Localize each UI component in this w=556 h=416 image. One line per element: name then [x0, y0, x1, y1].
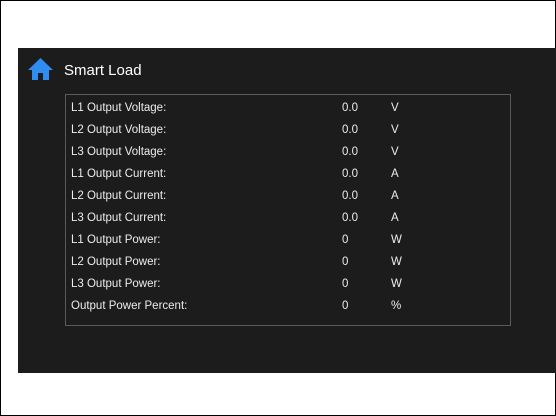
reading-row-l1-current: L1 Output Current: 0.0 A — [66, 163, 510, 185]
reading-unit: % — [391, 300, 402, 312]
reading-unit: A — [391, 168, 399, 180]
reading-row-l2-current: L2 Output Current: 0.0 A — [66, 185, 510, 207]
reading-unit: A — [391, 190, 399, 202]
reading-value: 0.0 — [342, 168, 358, 180]
reading-row-l2-power: L2 Output Power: 0 W — [66, 251, 510, 273]
reading-row-l3-power: L3 Output Power: 0 W — [66, 273, 510, 295]
reading-value: 0.0 — [342, 102, 358, 114]
readings-panel: L1 Output Voltage: 0.0 V L2 Output Volta… — [65, 94, 511, 326]
reading-label: L1 Output Current: — [71, 168, 167, 180]
reading-row-l3-voltage: L3 Output Voltage: 0.0 V — [66, 141, 510, 163]
reading-label: L1 Output Power: — [71, 234, 161, 246]
reading-value: 0.0 — [342, 124, 358, 136]
reading-value: 0 — [342, 256, 349, 268]
reading-value: 0 — [342, 234, 349, 246]
window-frame: Smart Load L1 Output Voltage: 0.0 V L2 O… — [0, 0, 556, 416]
reading-label: L3 Output Current: — [71, 212, 167, 224]
reading-unit: V — [391, 146, 399, 158]
reading-unit: V — [391, 102, 399, 114]
reading-label: L3 Output Voltage: — [71, 146, 167, 158]
reading-label: L3 Output Power: — [71, 278, 161, 290]
reading-row-l3-current: L3 Output Current: 0.0 A — [66, 207, 510, 229]
reading-row-l1-voltage: L1 Output Voltage: 0.0 V — [66, 97, 510, 119]
home-icon[interactable] — [27, 57, 54, 81]
reading-unit: V — [391, 124, 399, 136]
reading-label: L1 Output Voltage: — [71, 102, 167, 114]
reading-value: 0.0 — [342, 212, 358, 224]
reading-unit: W — [391, 278, 402, 290]
reading-value: 0 — [342, 300, 349, 312]
reading-label: L2 Output Current: — [71, 190, 167, 202]
reading-label: L2 Output Power: — [71, 256, 161, 268]
reading-value: 0 — [342, 278, 349, 290]
reading-value: 0.0 — [342, 190, 358, 202]
reading-row-output-power-percent: Output Power Percent: 0 % — [66, 295, 510, 317]
reading-unit: W — [391, 256, 402, 268]
page-title: Smart Load — [64, 62, 142, 79]
reading-row-l1-power: L1 Output Power: 0 W — [66, 229, 510, 251]
reading-unit: A — [391, 212, 399, 224]
reading-label: L2 Output Voltage: — [71, 124, 167, 136]
reading-unit: W — [391, 234, 402, 246]
reading-row-l2-voltage: L2 Output Voltage: 0.0 V — [66, 119, 510, 141]
reading-label: Output Power Percent: — [71, 300, 188, 312]
reading-value: 0.0 — [342, 146, 358, 158]
smart-load-screen: Smart Load L1 Output Voltage: 0.0 V L2 O… — [18, 48, 556, 373]
